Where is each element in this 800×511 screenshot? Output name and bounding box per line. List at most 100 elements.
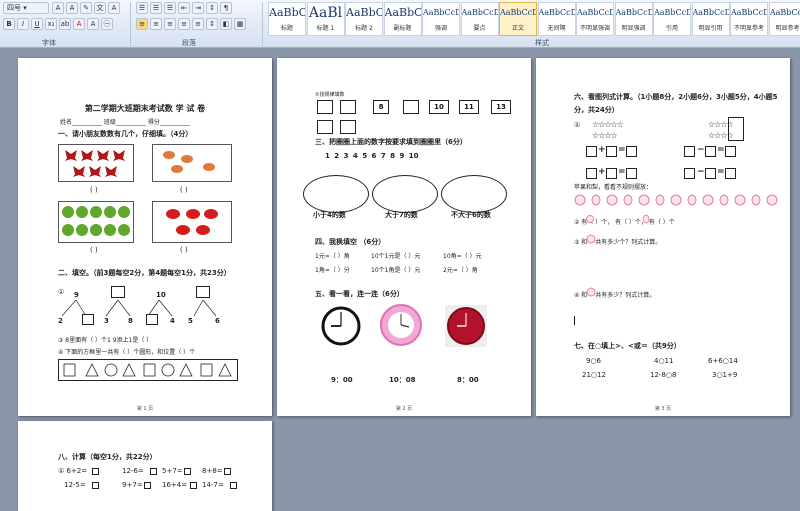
answer-box[interactable] xyxy=(184,468,191,475)
page-3[interactable]: 六、看图列式计算。（1小题8分，2小题6分，3小题5分，4小题5分，共24分） … xyxy=(536,58,790,416)
answer-box[interactable] xyxy=(705,146,716,157)
answer-box[interactable] xyxy=(146,314,158,325)
answer-paren: ( ) xyxy=(90,246,98,255)
answer-box[interactable] xyxy=(340,120,356,134)
student-info-line: 姓名__________ 班级__________ 得分__________ xyxy=(60,118,190,127)
answer-box[interactable] xyxy=(626,168,637,179)
font-size-select[interactable]: 四号 ▾ xyxy=(3,2,49,14)
decrease-indent-icon[interactable]: ⇤ xyxy=(178,2,190,14)
style-item[interactable]: AaBbCcDd不明显强调 xyxy=(576,2,614,36)
distribute-icon[interactable]: ≡ xyxy=(192,18,204,30)
style-item[interactable]: AaBbC标题 xyxy=(268,2,306,36)
answer-box[interactable] xyxy=(82,314,94,325)
multilevel-icon[interactable]: ☰ xyxy=(164,2,176,14)
bold-button[interactable]: B xyxy=(3,18,15,30)
answer-box[interactable] xyxy=(586,146,597,157)
answer-box[interactable] xyxy=(92,468,99,475)
clear-format-icon[interactable]: ✎ xyxy=(80,2,92,14)
oval-not-greater-6[interactable] xyxy=(441,175,507,213)
style-sample: AaBbCcDd xyxy=(577,3,613,23)
italic-button[interactable]: I xyxy=(17,18,29,30)
borders-icon[interactable]: ▦ xyxy=(234,18,246,30)
answer-box[interactable] xyxy=(230,482,237,489)
answer-box[interactable] xyxy=(684,168,695,179)
highlight-icon[interactable]: ab xyxy=(59,18,71,30)
style-item[interactable]: AaBbC副标题 xyxy=(384,2,422,36)
enclose-icon[interactable]: ㊀ xyxy=(101,18,113,30)
subscript-button[interactable]: x₂ xyxy=(45,18,57,30)
operator: = xyxy=(717,146,725,155)
conversion-item: 1角=（ ）分 xyxy=(315,266,350,275)
oval-greater-7[interactable] xyxy=(372,175,438,213)
answer-box[interactable] xyxy=(317,100,333,114)
conversion-item: 10角=（ ）元 xyxy=(443,252,482,261)
style-item[interactable]: AaBl标题 1 xyxy=(307,2,345,36)
answer-box[interactable] xyxy=(144,482,151,489)
answer-box[interactable] xyxy=(190,482,197,489)
underline-button[interactable]: U xyxy=(31,18,43,30)
char-shading-icon[interactable]: A xyxy=(87,18,99,30)
answer-box[interactable] xyxy=(626,146,637,157)
show-marks-icon[interactable]: ¶ xyxy=(220,2,232,14)
answer-box[interactable] xyxy=(586,168,597,179)
numbering-icon[interactable]: ☰ xyxy=(150,2,162,14)
style-item[interactable]: AaBbCcDd明显强调 xyxy=(615,2,653,36)
question-number: ① xyxy=(58,288,64,297)
font-color-icon[interactable]: A xyxy=(73,18,85,30)
phonetic-icon[interactable]: 文 xyxy=(94,2,106,14)
shading-icon[interactable]: ◧ xyxy=(220,18,232,30)
line-spacing-icon[interactable]: ↕ xyxy=(206,18,218,30)
separator xyxy=(262,2,263,46)
font-group-label: 字体 xyxy=(42,38,56,48)
section-4-heading: 四、我换填空 （6分） xyxy=(315,238,385,247)
sort-icon[interactable]: ↕ xyxy=(206,2,218,14)
answer-box[interactable] xyxy=(606,146,617,157)
answer-box[interactable] xyxy=(725,168,736,179)
style-item[interactable]: AaBbCcDd强调 xyxy=(422,2,460,36)
separator xyxy=(130,2,131,46)
section-5-heading: 五、看一看，连一连（6分） xyxy=(315,290,404,299)
align-right-icon[interactable]: ≡ xyxy=(164,18,176,30)
align-center-icon[interactable]: ≡ xyxy=(150,18,162,30)
page-1[interactable]: 第二学期大班期末考试数 学 试 卷 姓名__________ 班级_______… xyxy=(18,58,272,416)
answer-box[interactable] xyxy=(340,100,356,114)
style-sample: AaBl xyxy=(308,3,344,23)
bullets-icon[interactable]: ☰ xyxy=(136,2,148,14)
page-2[interactable]: ②找规律填数 8 10 11 13 三、把圈圈上面的数字按要求填到圈圈里（6分）… xyxy=(277,58,531,416)
answer-box[interactable] xyxy=(196,286,210,298)
justify-icon[interactable]: ≡ xyxy=(178,18,190,30)
style-item[interactable]: AaBbCcDd无间隔 xyxy=(538,2,576,36)
oval-less-4[interactable] xyxy=(303,175,369,213)
increase-indent-icon[interactable]: ⇥ xyxy=(192,2,204,14)
shrink-font-button[interactable]: A xyxy=(66,2,78,14)
style-item[interactable]: AaBbCcDd不明显参考 xyxy=(730,2,768,36)
answer-box[interactable] xyxy=(224,468,231,475)
style-name: 强调 xyxy=(423,23,459,32)
style-name: 标题 xyxy=(269,23,305,32)
style-item[interactable]: AaBbCcDd明显引用 xyxy=(692,2,730,36)
answer-box[interactable] xyxy=(684,146,695,157)
compare-item: 9○6 xyxy=(586,357,601,366)
apple-icon xyxy=(586,234,596,244)
style-item[interactable]: AaBbC标题 2 xyxy=(345,2,383,36)
answer-box[interactable] xyxy=(606,168,617,179)
style-item[interactable]: AaBbCcDd引用 xyxy=(653,2,691,36)
answer-box[interactable] xyxy=(317,120,333,134)
page-4[interactable]: 八、计算（每空1分，共22分） ① 6+2=12-6=5+7=8+8=12-5=… xyxy=(18,421,272,511)
answer-box[interactable] xyxy=(403,100,419,114)
answer-box[interactable] xyxy=(725,146,736,157)
align-left-icon[interactable]: ≡ xyxy=(136,18,148,30)
style-item[interactable]: AaBbCcDd正文 xyxy=(499,2,537,36)
style-item[interactable]: AaBbCcD要点 xyxy=(461,2,499,36)
answer-box[interactable] xyxy=(705,168,716,179)
clock-pink-icon xyxy=(379,303,423,347)
seq-number: 10 xyxy=(429,100,449,114)
border-char-icon[interactable]: A xyxy=(108,2,120,14)
answer-box[interactable] xyxy=(150,468,157,475)
styles-group-label: 样式 xyxy=(535,38,549,48)
style-item[interactable]: AaBbCcI明显参考 xyxy=(769,2,800,36)
answer-box[interactable] xyxy=(92,482,99,489)
grow-font-button[interactable]: A xyxy=(52,2,64,14)
answer-box[interactable] xyxy=(111,286,125,298)
style-sample: AaBbCcDd xyxy=(616,3,652,23)
